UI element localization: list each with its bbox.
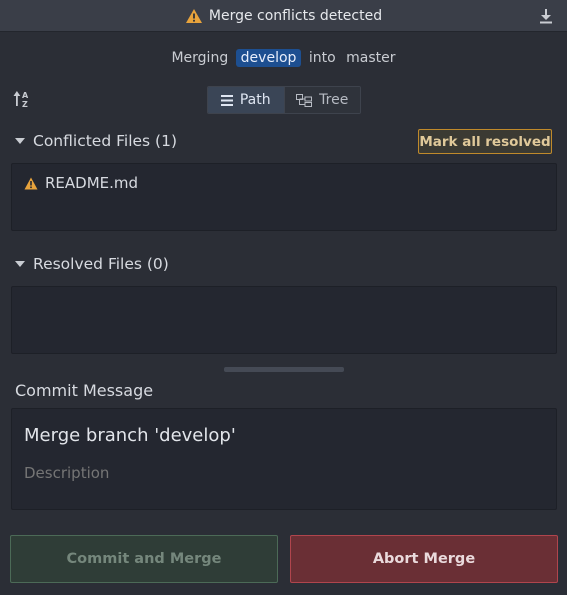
conflicted-files-list: README.md <box>11 163 557 231</box>
panel-resize-handle[interactable] <box>224 367 344 372</box>
commit-summary-input[interactable] <box>24 425 544 446</box>
header-title-text: Merge conflicts detected <box>208 7 383 24</box>
warning-icon <box>24 177 38 189</box>
target-branch: master <box>346 50 396 66</box>
download-icon[interactable] <box>537 7 555 25</box>
commit-and-merge-button[interactable]: Commit and Merge <box>10 535 278 583</box>
merge-description: Merging develop into master <box>0 49 567 67</box>
resolved-files-title: Resolved Files (0) <box>33 255 169 273</box>
source-branch: develop <box>235 49 302 67</box>
path-view-button[interactable]: Path <box>208 87 284 113</box>
merge-conflict-header: Merge conflicts detected <box>0 0 567 32</box>
conflicted-files-header[interactable]: Conflicted Files (1) <box>15 132 177 150</box>
list-item[interactable]: README.md <box>24 174 138 192</box>
commit-description-input[interactable] <box>24 464 544 482</box>
sort-alphabetical-icon[interactable]: A Z <box>13 89 33 109</box>
abort-merge-button[interactable]: Abort Merge <box>290 535 558 583</box>
path-view-label: Path <box>239 92 271 108</box>
merge-prefix: Merging <box>171 50 229 66</box>
view-mode-toggle: Path Tree <box>207 86 361 114</box>
merge-connector: into <box>308 50 336 66</box>
collapse-caret-icon <box>15 261 25 267</box>
commit-message-label: Commit Message <box>15 381 154 400</box>
commit-message-box <box>11 408 557 510</box>
file-name: README.md <box>45 174 139 192</box>
conflicted-files-title: Conflicted Files (1) <box>33 132 177 150</box>
warning-icon <box>185 8 202 23</box>
tree-view-button[interactable]: Tree <box>283 87 360 113</box>
tree-icon <box>296 93 313 107</box>
collapse-caret-icon <box>15 138 25 144</box>
svg-text:Z: Z <box>22 100 28 109</box>
header-title: Merge conflicts detected <box>185 8 382 24</box>
mark-all-resolved-button[interactable]: Mark all resolved <box>418 129 552 154</box>
svg-text:A: A <box>22 91 29 100</box>
tree-view-label: Tree <box>319 92 349 108</box>
list-icon <box>220 94 233 106</box>
resolved-files-list <box>11 286 557 354</box>
resolved-files-header[interactable]: Resolved Files (0) <box>15 255 169 273</box>
